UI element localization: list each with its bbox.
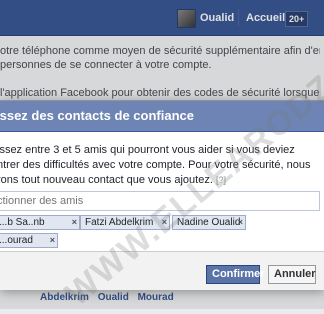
dialog-footer: Confirmer Annuler	[0, 251, 324, 290]
token-label: ...ourad	[0, 235, 33, 246]
friend-token: ...b Sa..nb ×	[0, 215, 80, 230]
token-label: ...b Sa..nb	[0, 217, 45, 228]
remove-token-icon[interactable]: ×	[162, 216, 167, 229]
dialog-title: issez des contacts de confiance	[0, 101, 324, 132]
remove-token-icon[interactable]: ×	[50, 234, 55, 247]
remove-token-icon[interactable]: ×	[238, 216, 243, 229]
cancel-button[interactable]: Annuler	[268, 265, 316, 284]
token-label: Fatzi Abdelkrim	[85, 217, 154, 228]
dialog-description: issez entre 3 et 5 amis qui pourront vou…	[0, 143, 317, 188]
trusted-contacts-dialog: issez des contacts de confiance issez en…	[0, 100, 324, 290]
friend-search-field[interactable]	[0, 191, 320, 211]
help-link[interactable]: [?]	[216, 175, 226, 185]
confirm-button[interactable]: Confirmer	[206, 265, 265, 284]
friend-token: Fatzi Abdelkrim ×	[80, 215, 170, 230]
token-label: Nadine Oualid	[177, 217, 241, 228]
friend-token: Nadine Oualid ×	[172, 215, 246, 230]
remove-token-icon[interactable]: ×	[72, 216, 77, 229]
friend-search-input[interactable]	[0, 192, 307, 210]
friend-token: ...ourad ×	[0, 233, 58, 248]
description-text: issez entre 3 et 5 amis qui pourront vou…	[0, 144, 311, 186]
